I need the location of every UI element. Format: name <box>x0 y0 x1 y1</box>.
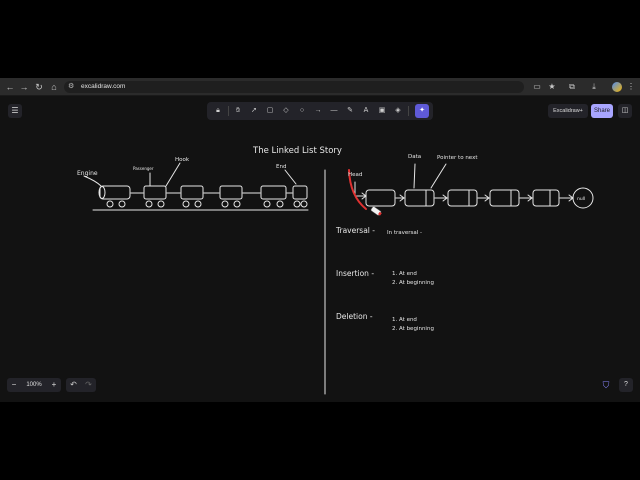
letterbox-bottom <box>0 402 640 480</box>
hook-pointer <box>165 162 181 187</box>
data-label: Data <box>408 154 421 160</box>
data-pointer <box>413 163 416 189</box>
sidebar-icon: ◫ <box>621 107 629 114</box>
drawing-title: The Linked List Story <box>252 146 342 156</box>
deletion-item-1: 1. At end <box>392 317 417 323</box>
train-car-end <box>292 185 308 208</box>
letterbox-top <box>0 0 640 78</box>
text-icon[interactable]: A <box>359 104 373 118</box>
lock-icon[interactable]: 🔒︎ <box>211 104 225 118</box>
end-pointer <box>284 169 297 185</box>
deletion-heading: Deletion - <box>336 312 373 321</box>
pencil-icon[interactable]: ✎ <box>343 104 357 118</box>
cursor-icon[interactable]: ➚ <box>247 104 261 118</box>
engine-label: Engine <box>77 170 98 177</box>
hamburger-icon: ☰ <box>11 106 19 115</box>
list-node <box>532 189 560 207</box>
diamond-icon[interactable]: ◇ <box>279 104 293 118</box>
laser-cursor <box>370 206 382 216</box>
laser-icon[interactable]: ✦ <box>415 104 429 118</box>
insertion-heading: Insertion - <box>336 269 374 278</box>
help-button[interactable]: ? <box>619 378 633 392</box>
zoom-level[interactable]: 100% <box>21 378 47 392</box>
undo-icon[interactable]: ↶ <box>66 378 81 392</box>
list-node <box>404 189 435 207</box>
image-icon[interactable]: ▣ <box>375 104 389 118</box>
traversal-heading: Traversal - <box>335 226 375 235</box>
hand-icon[interactable]: ✋︎ <box>231 104 245 118</box>
train-engine <box>98 185 131 208</box>
toolbar-divider <box>228 106 229 116</box>
pointer-to-next-pointer <box>430 163 447 189</box>
help-icon: ? <box>624 381 628 388</box>
list-node <box>489 189 520 207</box>
head-label: Head <box>348 172 362 178</box>
train-car <box>180 185 204 208</box>
tool-palette: 🔒︎ ✋︎ ➚ ▢ ◇ ○ → — ✎ A ▣ ◈ ✦ <box>207 102 433 120</box>
line-icon[interactable]: — <box>327 104 341 118</box>
insertion-item-1: 1. At end <box>392 271 417 277</box>
engine-pointer <box>83 175 102 187</box>
hook-label: Hook <box>175 157 190 163</box>
list-node <box>447 189 478 207</box>
train-car <box>219 185 243 208</box>
train-car-passenger <box>143 185 167 208</box>
list-node <box>365 189 396 207</box>
sketch-layer: The Linked List Story Engine Passenger H… <box>77 146 594 395</box>
end-label: End <box>276 164 286 170</box>
library-panel-button[interactable]: ◫ <box>618 104 632 118</box>
share-button[interactable]: Share <box>591 104 613 118</box>
zoom-out-icon[interactable]: − <box>7 378 21 392</box>
deletion-item-2: 2. At beginning <box>392 326 434 332</box>
history-controls: ↶ ↷ <box>66 378 96 392</box>
excalidraw-plus-button[interactable]: Excalidraw+ <box>548 104 588 118</box>
traversal-note: In traversal - <box>387 230 422 236</box>
arrow-icon[interactable]: → <box>311 104 325 118</box>
passenger-label: Passenger <box>133 166 154 171</box>
redo-icon[interactable]: ↷ <box>81 378 96 392</box>
zoom-in-icon[interactable]: + <box>47 378 61 392</box>
pointer-to-next-label: Pointer to next <box>437 155 478 161</box>
rectangle-icon[interactable]: ▢ <box>263 104 277 118</box>
null-label: null <box>577 196 585 202</box>
browser-window: ← → ↻ ⌂ ⚙ excalidraw.com ▭ ★ ⧉ ⤓ ⋮ The L… <box>0 78 640 402</box>
toolbar-divider <box>408 106 409 116</box>
insertion-item-2: 2. At beginning <box>392 280 434 286</box>
shield-icon[interactable]: ⛉ <box>600 379 612 391</box>
train-car <box>260 185 287 208</box>
main-menu-button[interactable]: ☰ <box>8 104 22 118</box>
zoom-controls: − 100% + <box>7 378 61 392</box>
ellipse-icon[interactable]: ○ <box>295 104 309 118</box>
eraser-icon[interactable]: ◈ <box>391 104 405 118</box>
